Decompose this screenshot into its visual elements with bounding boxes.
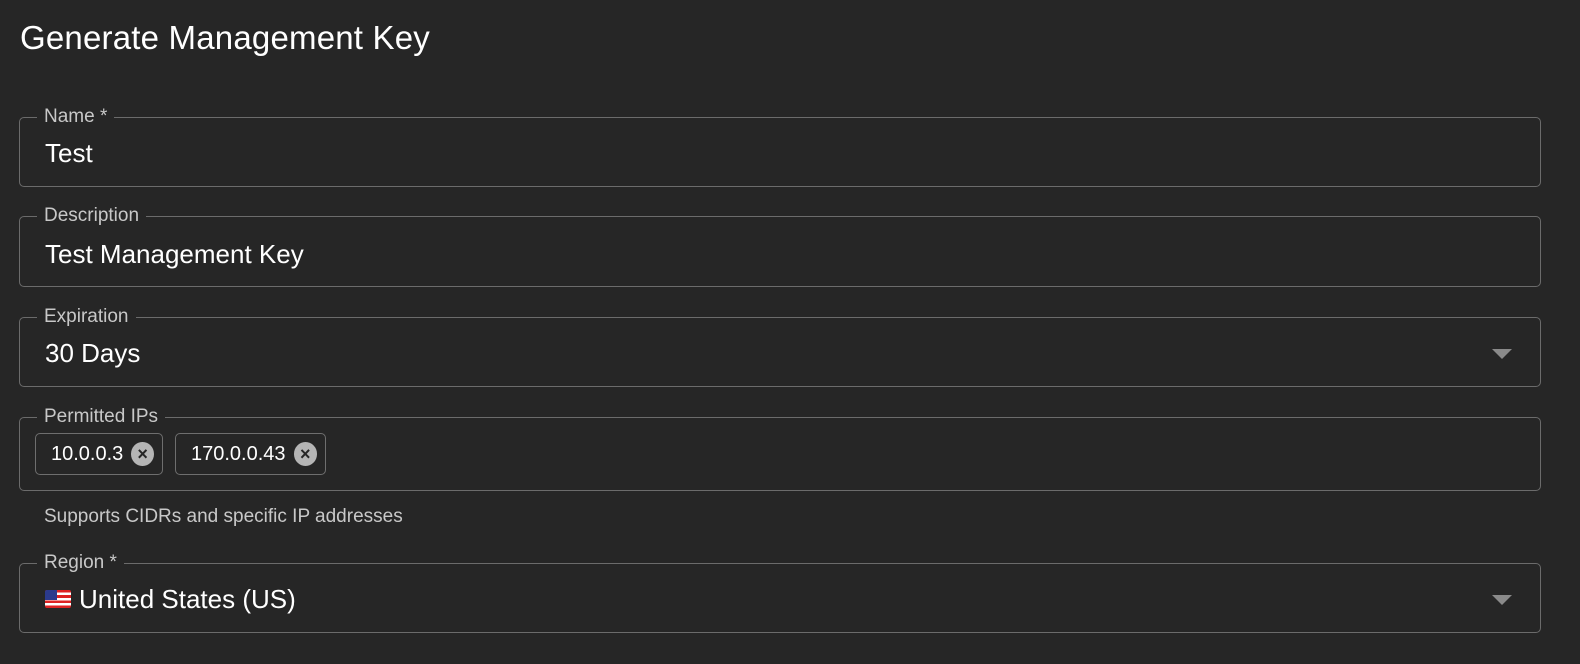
- expiration-label: Expiration: [37, 305, 136, 329]
- description-label: Description: [37, 204, 147, 228]
- permitted-ips-field[interactable]: Permitted IPs 10.0.0.3 × 170.0.0.43 ×: [19, 405, 1541, 491]
- name-input[interactable]: [45, 137, 1445, 169]
- name-label: Name *: [37, 105, 115, 129]
- us-flag-icon: [45, 590, 71, 609]
- ip-chip-label: 10.0.0.3: [51, 442, 124, 465]
- region-select[interactable]: Region * United States (US): [19, 551, 1541, 633]
- ip-chip[interactable]: 170.0.0.43 ×: [175, 433, 326, 475]
- description-input[interactable]: [45, 238, 1445, 270]
- ip-chip[interactable]: 10.0.0.3 ×: [35, 433, 163, 475]
- permitted-ips-helper-text: Supports CIDRs and specific IP addresses: [44, 506, 403, 527]
- expiration-select[interactable]: Expiration 30 Days: [19, 305, 1541, 387]
- expiration-value: 30 Days: [45, 338, 141, 368]
- ip-chip-list: 10.0.0.3 × 170.0.0.43 ×: [35, 433, 326, 475]
- close-circle-icon[interactable]: ×: [293, 442, 317, 466]
- name-field[interactable]: Name *: [19, 105, 1541, 187]
- close-circle-icon[interactable]: ×: [131, 442, 154, 466]
- chevron-down-icon[interactable]: [1492, 595, 1512, 605]
- description-field[interactable]: Description: [19, 204, 1541, 287]
- region-value-wrapper: United States (US): [45, 583, 1445, 615]
- region-label: Region *: [37, 551, 124, 575]
- page-title: Generate Management Key: [20, 19, 431, 56]
- region-value: United States (US): [79, 584, 296, 614]
- ip-chip-label: 170.0.0.43: [191, 442, 286, 465]
- permitted-ips-label: Permitted IPs: [37, 405, 166, 429]
- chevron-down-icon[interactable]: [1492, 349, 1512, 359]
